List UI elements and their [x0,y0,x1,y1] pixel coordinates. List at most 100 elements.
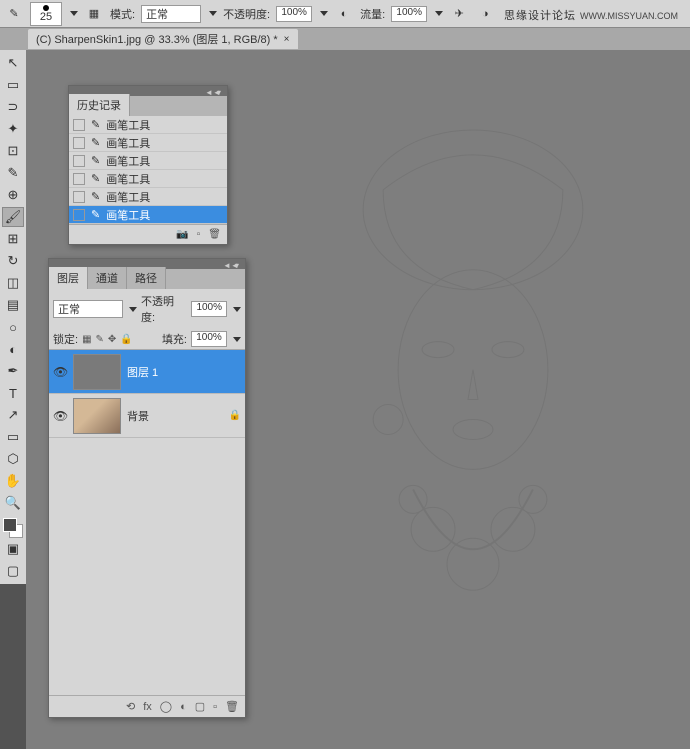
opacity-input[interactable]: 100% [276,6,312,22]
quickmask-icon[interactable]: ▣ [2,539,24,559]
lock-all-icon[interactable]: 🔒 [120,334,132,345]
history-row[interactable]: ✎画笔工具 [69,188,227,206]
brush-dropdown-icon[interactable] [70,11,78,16]
history-label: 画笔工具 [106,117,150,133]
group-icon[interactable]: ▢ [195,700,205,713]
history-row[interactable]: ✎画笔工具 [69,134,227,152]
history-check[interactable] [73,191,85,203]
layer-thumbnail[interactable] [73,398,121,434]
new-doc-icon[interactable]: ▫ [197,229,201,240]
layer-opacity-label: 不透明度: [141,293,187,325]
delete-layer-icon[interactable]: 🗑 [225,700,239,713]
history-check[interactable] [73,119,85,131]
history-check[interactable] [73,155,85,167]
3d-tool[interactable]: ⬡ [2,449,24,469]
hand-tool[interactable]: ✋ [2,471,24,491]
layer-name: 背景 [127,408,149,424]
history-check[interactable] [73,209,85,221]
brush-icon: ✎ [91,118,100,131]
mask-icon[interactable]: ◯ [160,700,172,713]
layer-thumbnail[interactable] [73,354,121,390]
fill-input[interactable]: 100% [191,331,227,347]
opacity-label: 不透明度: [223,6,270,22]
document-tab[interactable]: (C) SharpenSkin1.jpg @ 33.3% (图层 1, RGB/… [28,29,298,49]
layers-tab-2[interactable]: 路径 [127,267,166,289]
layer-row[interactable]: 👁 图层 1 [49,350,245,394]
history-label: 画笔工具 [106,171,150,187]
visibility-icon[interactable]: 👁 [53,409,67,423]
tablet-size-icon[interactable]: ◑ [475,4,495,24]
close-icon[interactable]: × [284,34,290,45]
toolbar: ↖ ▭ ⊃ ✦ ⊡ ✎ ⊕ 🖌 ⊞ ↻ ◫ ▤ ○ ◐ ✒ T ↗ ▭ ⬡ ✋ … [0,50,26,584]
lock-paint-icon[interactable]: ✎ [96,334,104,345]
history-check[interactable] [73,137,85,149]
layer-blend-select[interactable]: 正常 [53,300,123,318]
layers-tab-0[interactable]: 图层 [49,267,88,289]
layer-opacity-input[interactable]: 100% [191,301,227,317]
marquee-tool[interactable]: ▭ [2,75,24,95]
visibility-icon[interactable]: 👁 [53,365,67,379]
crop-tool[interactable]: ⊡ [2,141,24,161]
link-icon[interactable]: ⟲ [126,700,135,713]
gradient-tool[interactable]: ▤ [2,295,24,315]
history-row[interactable]: ✎画笔工具 [69,170,227,188]
mode-label: 模式: [110,6,135,22]
lasso-tool[interactable]: ⊃ [2,97,24,117]
heal-tool[interactable]: ⊕ [2,185,24,205]
fx-icon[interactable]: fx [143,701,152,713]
mode-dropdown-icon[interactable] [209,11,217,16]
delete-icon[interactable]: 🗑 [208,229,221,240]
layer-opacity-dropdown-icon[interactable] [233,307,241,312]
lock-label: 锁定: [53,331,78,347]
adjust-icon[interactable]: ◐ [180,701,187,713]
dodge-tool[interactable]: ◐ [2,339,24,359]
tablet-opacity-icon[interactable]: ◐ [334,4,354,24]
path-tool[interactable]: ↗ [2,405,24,425]
tool-preset-icon[interactable]: ✎ [4,4,24,24]
menu-icon[interactable]: ▾ [217,88,223,94]
airbrush-icon[interactable]: ✈ [449,4,469,24]
flow-dropdown-icon[interactable] [435,11,443,16]
screenmode-icon[interactable]: ▢ [2,561,24,581]
brush-icon: ✎ [91,190,100,203]
pen-tool[interactable]: ✒ [2,361,24,381]
lock-pos-icon[interactable]: ✥ [108,334,116,345]
new-layer-icon[interactable]: ▫ [213,701,217,713]
blend-dropdown-icon[interactable] [129,307,137,312]
blend-mode-select[interactable]: 正常 [141,5,201,23]
layers-tab-1[interactable]: 通道 [88,267,127,289]
brush-panel-icon[interactable]: ▦ [84,4,104,24]
fill-dropdown-icon[interactable] [233,337,241,342]
new-snapshot-icon[interactable]: 📷 [176,229,188,240]
collapse-icon[interactable]: ◄◄ [205,88,211,94]
flow-input[interactable]: 100% [391,6,427,22]
history-check[interactable] [73,173,85,185]
move-tool[interactable]: ↖ [2,53,24,73]
collapse-icon[interactable]: ◄◄ [223,261,229,267]
eyedropper-tool[interactable]: ✎ [2,163,24,183]
history-tab[interactable]: 历史记录 [69,94,130,116]
history-brush-tool[interactable]: ↻ [2,251,24,271]
layer-name: 图层 1 [127,364,158,380]
history-row[interactable]: ✎ 画笔工具 [69,116,227,134]
shape-tool[interactable]: ▭ [2,427,24,447]
opacity-dropdown-icon[interactable] [320,11,328,16]
wand-tool[interactable]: ✦ [2,119,24,139]
blur-tool[interactable]: ○ [2,317,24,337]
brush-preset[interactable]: 25 [30,2,62,26]
type-tool[interactable]: T [2,383,24,403]
tab-title: (C) SharpenSkin1.jpg @ 33.3% (图层 1, RGB/… [36,31,278,47]
color-swatch[interactable] [3,518,23,538]
brush-tool[interactable]: 🖌 [2,207,24,227]
brush-size-value: 25 [40,11,52,23]
layers-panel: ◄◄ ▾ 图层通道路径 正常 不透明度: 100% 锁定: ▦ ✎ ✥ 🔒 填充… [48,258,246,718]
stamp-tool[interactable]: ⊞ [2,229,24,249]
menu-icon[interactable]: ▾ [235,261,241,267]
eraser-tool[interactable]: ◫ [2,273,24,293]
history-row[interactable]: ✎画笔工具 [69,206,227,224]
layer-row[interactable]: 👁背景🔒 [49,394,245,438]
lock-trans-icon[interactable]: ▦ [82,334,91,345]
history-row[interactable]: ✎画笔工具 [69,152,227,170]
watermark: 思缘设计论坛WWW.MISSYUAN.COM [504,6,678,23]
zoom-tool[interactable]: 🔍 [2,493,24,513]
